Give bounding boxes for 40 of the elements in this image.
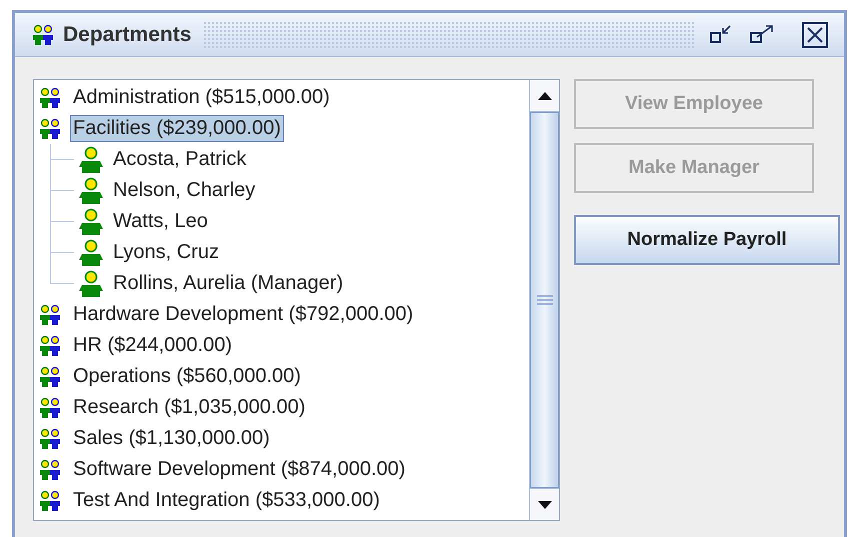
people-icon xyxy=(38,366,62,388)
scroll-thumb[interactable] xyxy=(530,112,559,488)
scrollbar[interactable] xyxy=(529,80,559,520)
tree-node-label[interactable]: Administration ($515,000.00) xyxy=(70,84,333,111)
tree-node-label[interactable]: Nelson, Charley xyxy=(110,177,258,204)
people-icon xyxy=(38,304,62,326)
tree-node-label[interactable]: Test And Integration ($533,000.00) xyxy=(70,487,383,514)
person-icon xyxy=(78,270,104,298)
people-icon xyxy=(38,396,62,418)
tree-node-label[interactable]: Sales ($1,130,000.00) xyxy=(70,425,273,452)
close-icon xyxy=(806,26,824,44)
tree-node-label[interactable]: Software Development ($874,000.00) xyxy=(70,456,408,483)
people-icon xyxy=(31,24,55,46)
tree-node-label[interactable]: Lyons, Cruz xyxy=(110,239,222,266)
people-icon xyxy=(38,458,62,480)
person-icon xyxy=(78,146,104,174)
tree-node-label[interactable]: Acosta, Patrick xyxy=(110,146,250,173)
tree-node-label[interactable]: Rollins, Aurelia (Manager) xyxy=(110,270,346,297)
tree-node-label[interactable]: Research ($1,035,000.00) xyxy=(70,394,308,421)
person-icon xyxy=(78,176,104,204)
up-arrow-icon xyxy=(538,92,552,100)
tree-node-label[interactable]: Watts, Leo xyxy=(110,208,211,235)
people-icon xyxy=(38,490,62,512)
people-icon xyxy=(38,334,62,356)
tree-node-label[interactable]: Facilities ($239,000.00) xyxy=(70,115,284,142)
down-arrow-icon xyxy=(538,500,552,508)
tree-node-label[interactable]: Hardware Development ($792,000.00) xyxy=(70,301,416,328)
people-icon xyxy=(38,118,62,140)
tree-node-label[interactable]: HR ($244,000.00) xyxy=(70,332,235,359)
tree-node-label[interactable]: Operations ($560,000.00) xyxy=(70,363,304,390)
action-button[interactable]: Normalize Payroll xyxy=(574,215,840,265)
person-icon xyxy=(78,208,104,236)
close-button[interactable] xyxy=(802,22,828,48)
scroll-down-button[interactable] xyxy=(530,488,559,520)
people-icon xyxy=(38,428,62,450)
window-title: Departments xyxy=(63,22,192,48)
scroll-up-button[interactable] xyxy=(530,80,559,112)
grip-icon xyxy=(536,295,552,305)
person-icon xyxy=(78,238,104,266)
people-icon xyxy=(38,86,62,108)
